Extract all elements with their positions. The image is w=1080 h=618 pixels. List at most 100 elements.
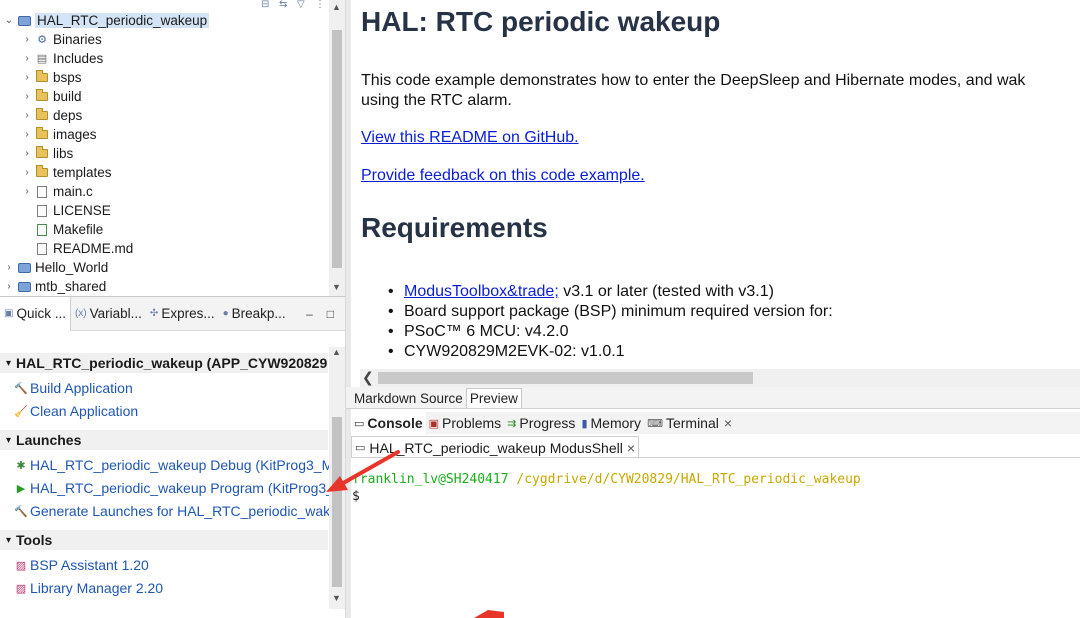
list-item-text: v3.1 or later (tested with v3.1) — [558, 283, 774, 300]
tab-markdown-source[interactable]: Markdown Source — [351, 388, 466, 408]
tab-breakpoints[interactable]: ● Breakp... — [219, 297, 290, 331]
tree-item-label: LICENSE — [53, 203, 111, 218]
tree-item-license[interactable]: LICENSE — [34, 201, 111, 220]
launch-debug-link[interactable]: ✱ HAL_RTC_periodic_wakeup Debug (KitProg… — [14, 455, 344, 475]
breakpoints-icon: ● — [222, 308, 229, 319]
tree-item-images[interactable]: › images — [20, 125, 97, 144]
tab-label: Expres... — [161, 306, 215, 321]
scroll-up-icon[interactable]: ▲ — [332, 2, 341, 12]
tab-preview[interactable]: Preview — [465, 388, 522, 408]
maximize-icon[interactable]: □ — [327, 307, 334, 321]
bsp-assistant-link[interactable]: ▨ BSP Assistant 1.20 — [14, 555, 149, 575]
tree-item-label: README.md — [53, 241, 134, 256]
description-line: This code example demonstrates how to en… — [361, 72, 1026, 89]
tools-section-header[interactable]: ▾ Tools — [0, 530, 328, 550]
launch-program-link[interactable]: ▶ HAL_RTC_periodic_wakeup Program (KitPr… — [14, 478, 346, 498]
tree-item-project[interactable]: ⌄ HAL_RTC_periodic_wakeup — [2, 11, 210, 30]
tab-progress[interactable]: ⇉ Progress — [504, 412, 578, 434]
chevron-right-icon[interactable]: › — [20, 148, 34, 159]
readme-title: HAL: RTC periodic wakeup — [361, 6, 721, 37]
project-section-header[interactable]: ▾ HAL_RTC_periodic_wakeup (APP_CYW920829… — [0, 353, 328, 373]
view-menu-icon[interactable]: ⋮ — [315, 0, 327, 10]
tab-problems[interactable]: ▣ Problems — [426, 412, 505, 434]
link-with-editor-icon[interactable]: ⇆ — [279, 0, 291, 10]
tree-item-mtb-shared[interactable]: › mtb_shared — [2, 277, 106, 296]
tree-item-makefile[interactable]: Makefile — [34, 220, 103, 239]
terminal-icon: ⌨ — [647, 417, 663, 430]
tree-item-main-c[interactable]: › main.c — [20, 182, 92, 201]
tab-label: Progress — [519, 415, 576, 431]
prompt-symbol: $ — [352, 489, 360, 504]
launches-section-header[interactable]: ▾ Launches — [0, 430, 328, 450]
list-item: CYW920829M2EVK-02: v1.0.1 — [386, 342, 833, 362]
chevron-right-icon[interactable]: › — [2, 262, 16, 273]
binaries-icon: ⚙ — [37, 34, 47, 46]
collapse-all-icon[interactable]: ⊟ — [261, 0, 273, 10]
scroll-down-icon[interactable]: ▼ — [332, 282, 341, 292]
project-icon — [16, 261, 32, 275]
tree-item-hello-world[interactable]: › Hello_World — [2, 258, 108, 277]
console-view: ▭ Console ▣ Problems ⇉ Progress ▮ Memory… — [346, 409, 1080, 618]
generate-launches-link[interactable]: 🔨 Generate Launches for HAL_RTC_periodic… — [14, 501, 345, 521]
scrollbar-thumb[interactable] — [378, 372, 753, 384]
chevron-right-icon[interactable]: › — [20, 53, 34, 64]
link-label: HAL_RTC_periodic_wakeup Program (KitProg… — [30, 480, 346, 496]
scroll-left-icon[interactable]: ❮ — [362, 369, 374, 386]
tab-label: Problems — [442, 415, 502, 431]
library-manager-link[interactable]: ▨ Library Manager 2.20 — [14, 578, 163, 598]
tab-quick-panel[interactable]: ▣ Quick ... — [0, 297, 71, 331]
progress-icon: ⇉ — [507, 417, 517, 430]
close-icon[interactable]: × — [724, 415, 732, 431]
tab-expressions[interactable]: ✣ Expres... — [146, 297, 219, 331]
tab-terminal[interactable]: ⌨ Terminal × — [644, 412, 735, 434]
scrollbar-thumb[interactable] — [332, 30, 342, 268]
tab-label: Terminal — [665, 415, 719, 431]
feedback-link[interactable]: Provide feedback on this code example. — [361, 167, 645, 185]
chevron-right-icon[interactable]: › — [20, 91, 34, 102]
terminal-output[interactable]: franklin_lv@SH240417 /cygdrive/d/CYW2082… — [352, 471, 861, 505]
tree-item-templates[interactable]: › templates — [20, 163, 112, 182]
tab-label: Console — [367, 415, 423, 431]
tree-item-label: Makefile — [53, 222, 104, 237]
quick-panel: ▣ Quick ... (x) Variabl... ✣ Expres... ●… — [0, 296, 346, 618]
folder-icon — [34, 89, 50, 104]
minimize-icon[interactable]: – — [306, 307, 313, 321]
chevron-down-icon[interactable]: ⌄ — [2, 15, 16, 26]
tree-item-binaries[interactable]: › ⚙ Binaries — [20, 30, 102, 49]
folder-icon — [34, 127, 50, 142]
modustoolbox-link[interactable]: ModusToolbox&trade; — [404, 283, 559, 300]
scroll-up-icon[interactable]: ▲ — [332, 347, 341, 357]
c-file-icon — [34, 185, 50, 199]
annotation-arrow-fragment — [474, 610, 504, 618]
chevron-right-icon[interactable]: › — [20, 72, 34, 83]
requirements-heading: Requirements — [361, 212, 548, 243]
scroll-down-icon[interactable]: ▼ — [332, 593, 341, 603]
tree-item-label: Binaries — [53, 32, 102, 47]
close-icon[interactable]: × — [627, 440, 635, 456]
tab-console[interactable]: ▭ Console — [351, 412, 426, 434]
chevron-right-icon[interactable]: › — [20, 129, 34, 140]
list-item: PSoC™ 6 MCU: v4.2.0 — [386, 322, 833, 342]
chevron-right-icon[interactable]: › — [20, 167, 34, 178]
prompt-path: /cygdrive/d/CYW20829/HAL_RTC_periodic_wa… — [508, 472, 861, 487]
explorer-scrollbar[interactable]: ▲ ▼ — [329, 0, 345, 296]
list-item: Board support package (BSP) minimum requ… — [386, 302, 833, 322]
tree-item-build[interactable]: › build — [20, 87, 82, 106]
chevron-right-icon[interactable]: › — [2, 281, 16, 292]
github-readme-link[interactable]: View this README on GitHub. — [361, 129, 579, 147]
chevron-right-icon[interactable]: › — [20, 186, 34, 197]
tab-variables[interactable]: (x) Variabl... — [71, 297, 146, 331]
tree-item-bsps[interactable]: › bsps — [20, 68, 82, 87]
broom-icon: 🧹 — [14, 405, 28, 418]
tree-item-readme[interactable]: README.md — [34, 239, 133, 258]
readme-horizontal-scrollbar[interactable]: ❮ — [360, 369, 1080, 387]
tree-item-includes[interactable]: › ▤ Includes — [20, 49, 103, 68]
chevron-right-icon[interactable]: › — [20, 34, 34, 45]
clean-application-link[interactable]: 🧹 Clean Application — [14, 401, 138, 421]
tree-item-deps[interactable]: › deps — [20, 106, 82, 125]
build-application-link[interactable]: 🔨 Build Application — [14, 378, 133, 398]
tab-memory[interactable]: ▮ Memory — [578, 412, 644, 434]
chevron-right-icon[interactable]: › — [20, 110, 34, 121]
filter-icon[interactable]: ▽ — [297, 0, 309, 10]
tree-item-libs[interactable]: › libs — [20, 144, 73, 163]
